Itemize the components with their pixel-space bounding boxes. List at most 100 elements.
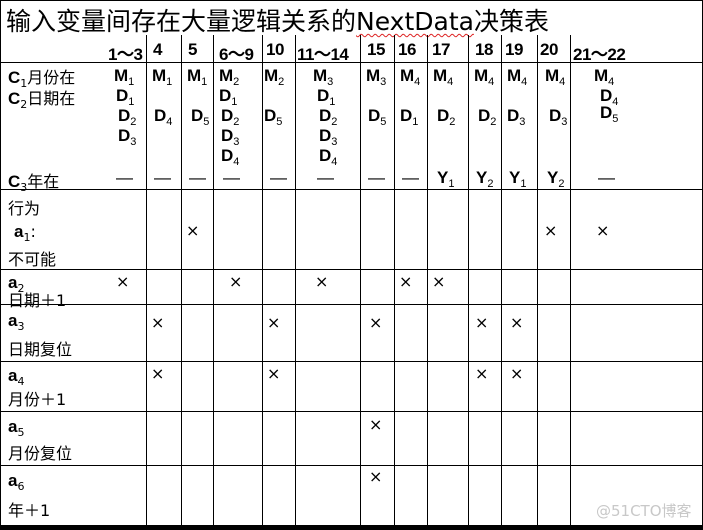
column-divider [181,62,182,525]
year-condition: — [317,168,334,187]
column-divider [360,62,361,525]
rule-number: 5 [188,40,197,59]
day-condition: D5 [368,106,387,128]
day-condition: D5 [600,103,619,125]
rule-number: 1～3 [108,45,143,64]
action-mark: × [510,313,524,332]
month-condition: M1 [152,66,173,88]
month-condition: M1 [187,66,208,88]
year-condition: — [116,168,133,187]
action-mark: × [544,221,558,240]
action-mark: × [369,313,383,332]
slide-title: 输入变量间存在大量逻辑关系的NextData决策表 [6,2,549,38]
year-condition: Y1 [509,168,527,190]
header-column-divider [360,35,361,62]
action-label: 年＋1 [8,501,51,520]
action-mark: × [475,364,489,383]
condition-label-c3: C3年在 [8,172,60,194]
day-condition: D2 [478,106,497,128]
header-column-divider [146,35,147,62]
action-mark: × [229,272,243,291]
action-label: 不可能 [8,250,57,269]
rule-number: 20 [540,40,558,59]
action-id-a1: a1: [14,222,36,244]
header-column-divider [262,35,263,62]
bottom-border [0,525,703,530]
header-column-divider [213,35,214,62]
year-condition: — [154,168,171,187]
rule-number: 21～22 [573,45,626,64]
action-mark: × [510,364,524,383]
column-divider [295,62,296,525]
condition-label-c2: C2日期在 [8,89,76,111]
column-divider [468,62,469,525]
row-divider [0,269,703,270]
row-divider [0,361,703,362]
year-condition: — [368,168,385,187]
year-condition: — [223,168,240,187]
day-condition: D4 [154,106,173,128]
row-divider [0,411,703,412]
rule-number: 6～9 [219,45,254,64]
header-column-divider [537,35,538,62]
month-condition: M4 [507,66,528,88]
title-suffix: 决策表 [473,7,549,36]
header-column-divider [181,35,182,62]
column-divider [537,62,538,525]
header-column-divider [501,35,502,62]
year-condition: — [270,168,287,187]
day-condition: D2 [437,106,456,128]
column-divider [262,62,263,525]
header-column-divider [295,35,296,62]
column-divider [146,62,147,525]
rule-number: 18 [475,40,493,59]
month-condition: M4 [433,66,454,88]
day-condition: D3 [507,106,526,128]
action-label: 月份复位 [8,444,73,463]
header-column-divider [570,35,571,62]
rule-number: 19 [505,40,523,59]
day-condition: D1 [400,106,419,128]
rule-number: 4 [153,40,162,59]
action-label: 日期＋1 [8,291,67,310]
year-condition: Y2 [476,168,494,190]
month-condition: M4 [545,66,566,88]
action-mark: × [475,313,489,332]
action-label: 月份＋1 [8,390,67,409]
action-mark: × [116,272,130,291]
row-divider [0,304,703,305]
row-divider [0,465,703,466]
action-id-a6: a6 [8,471,25,493]
rule-number: 17 [432,40,450,59]
month-condition: M3 [366,66,387,88]
action-mark: × [267,313,281,332]
day-condition: D5 [264,106,283,128]
year-condition: — [189,168,206,187]
month-condition: M2 [264,66,285,88]
title-keyword: NextData [356,7,474,36]
action-label: 日期复位 [8,340,73,359]
day-condition: D5 [191,106,210,128]
rule-number: 15 [367,40,385,59]
rule-number: 10 [266,40,284,59]
header-column-divider [394,35,395,62]
column-divider [501,62,502,525]
column-divider [213,62,214,525]
column-divider [394,62,395,525]
action-mark: × [315,272,329,291]
year-condition: — [598,168,615,187]
row-divider [0,189,703,190]
title-prefix: 输入变量间存在大量逻辑关系的 [6,7,357,36]
action-mark: × [267,364,281,383]
column-divider [570,62,571,525]
action-id-a3: a3 [8,311,25,333]
action-mark: × [596,221,610,240]
watermark: @51CTO博客 [596,502,692,520]
action-mark: × [186,221,200,240]
header-column-divider [427,35,428,62]
actions-header: 行为 [8,199,41,218]
month-condition: M4 [400,66,421,88]
rule-number: 11～14 [297,45,349,64]
action-mark: × [432,272,446,291]
month-condition: M4 [474,66,495,88]
